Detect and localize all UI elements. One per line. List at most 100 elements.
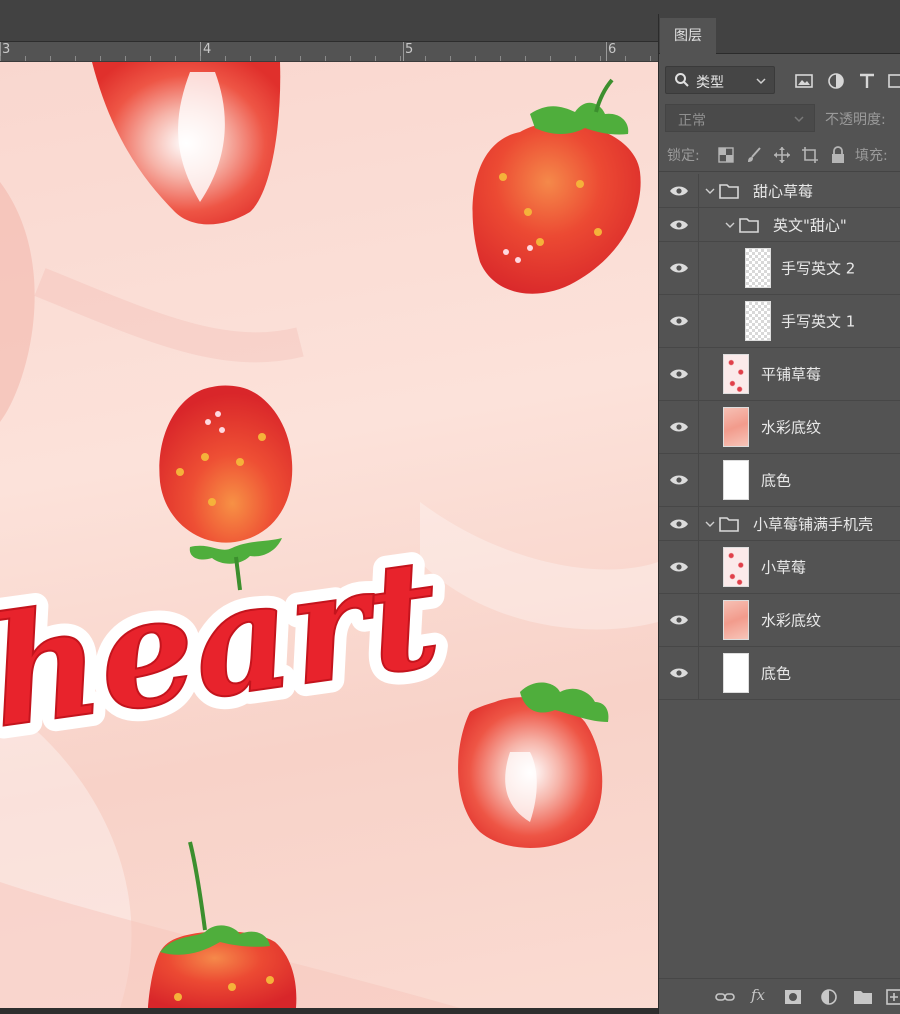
visibility-toggle[interactable]: [659, 208, 699, 241]
ruler-minor-tick: [100, 56, 101, 61]
ruler-minor-tick: [350, 56, 351, 61]
ruler-minor-tick: [325, 56, 326, 61]
layer-group-row[interactable]: 英文"甜心": [659, 208, 900, 242]
horizontal-ruler[interactable]: 3 4 5 6: [0, 42, 658, 62]
ruler-label-4: 4: [203, 42, 212, 57]
panel-tab-bar: 图层: [659, 14, 900, 54]
visibility-toggle[interactable]: [659, 454, 699, 506]
visibility-toggle[interactable]: [659, 401, 699, 453]
ruler-minor-tick: [425, 56, 426, 61]
blend-mode-select[interactable]: 正常: [665, 104, 815, 132]
visibility-toggle[interactable]: [659, 594, 699, 646]
ruler-minor-tick: [650, 56, 651, 61]
tab-layers[interactable]: 图层: [660, 18, 716, 54]
layer-filter-row: 类型: [659, 62, 900, 98]
ruler-minor-tick: [625, 56, 626, 61]
heart-text: heart: [0, 525, 449, 762]
new-layer-icon[interactable]: [885, 988, 900, 1006]
layer-row[interactable]: 水彩底纹: [659, 594, 900, 647]
layer-name: 小草莓: [761, 558, 807, 577]
folder-icon: [739, 217, 759, 233]
layer-thumbnail[interactable]: [723, 547, 749, 587]
heart-lettering: heart heart: [0, 512, 462, 775]
visibility-toggle[interactable]: [659, 647, 699, 699]
layer-row[interactable]: 底色: [659, 454, 900, 507]
fx-icon[interactable]: fx: [751, 986, 765, 1004]
ruler-minor-tick: [525, 56, 526, 61]
layer-name: 底色: [761, 664, 792, 683]
chevron-down-icon: [794, 116, 804, 123]
shape-filter-icon[interactable]: [887, 72, 900, 90]
strawberry-half-right: [458, 682, 609, 849]
layer-name: 水彩底纹: [761, 611, 822, 630]
chevron-down-icon[interactable]: [705, 186, 715, 196]
visibility-toggle[interactable]: [659, 242, 699, 294]
ruler-minor-tick: [375, 56, 376, 61]
ruler-minor-tick: [75, 56, 76, 61]
layer-name: 水彩底纹: [761, 418, 822, 437]
visibility-toggle[interactable]: [659, 174, 699, 207]
layer-thumbnail[interactable]: [723, 407, 749, 447]
ruler-minor-tick: [550, 56, 551, 61]
lock-row: 锁定: 填充:: [659, 136, 900, 172]
filter-type-value: 类型: [696, 75, 724, 91]
eye-icon: [670, 475, 688, 485]
ruler-minor-tick: [475, 56, 476, 61]
visibility-toggle[interactable]: [659, 348, 699, 400]
document-canvas[interactable]: heart heart: [0, 62, 658, 1008]
layer-thumbnail[interactable]: [723, 653, 749, 693]
layer-row[interactable]: 底色: [659, 647, 900, 700]
layer-thumbnail[interactable]: [723, 354, 749, 394]
layer-thumbnail[interactable]: [745, 301, 771, 341]
eye-icon: [670, 422, 688, 432]
lock-paint-icon[interactable]: [745, 146, 763, 164]
ruler-minor-tick: [125, 56, 126, 61]
layer-row[interactable]: 小草莓: [659, 541, 900, 594]
visibility-toggle[interactable]: [659, 507, 699, 540]
blend-mode-value: 正常: [678, 113, 706, 129]
image-filter-icon[interactable]: [795, 72, 813, 90]
layer-list: 甜心草莓 英文"甜心" 手写英文 2 手写英文 1 平铺草莓 水彩底纹 底色 小…: [659, 174, 900, 700]
layer-row[interactable]: 水彩底纹: [659, 401, 900, 454]
mask-icon[interactable]: [783, 988, 803, 1006]
ruler-tick: [403, 42, 404, 61]
layers-panel-footer: fx: [659, 978, 900, 1014]
layer-row[interactable]: 手写英文 1: [659, 295, 900, 348]
layer-thumbnail[interactable]: [723, 600, 749, 640]
adjustment-icon[interactable]: [819, 988, 839, 1006]
link-icon[interactable]: [715, 988, 735, 1006]
chevron-down-icon[interactable]: [705, 519, 715, 529]
lock-artboard-icon[interactable]: [801, 146, 819, 164]
ruler-minor-tick: [200, 56, 201, 61]
chevron-down-icon[interactable]: [725, 220, 735, 230]
eye-icon: [670, 220, 688, 229]
filter-type-select[interactable]: 类型: [665, 66, 775, 94]
layer-row[interactable]: 手写英文 2: [659, 242, 900, 295]
layer-name: 底色: [761, 471, 792, 490]
layer-thumbnail[interactable]: [745, 248, 771, 288]
canvas-artwork: heart heart: [0, 62, 658, 1008]
ruler-minor-tick: [300, 56, 301, 61]
ruler-minor-tick: [225, 56, 226, 61]
layer-group-row[interactable]: 小草莓铺满手机壳: [659, 507, 900, 541]
lock-pixels-icon[interactable]: [717, 146, 735, 164]
lock-move-icon[interactable]: [773, 146, 791, 164]
eye-icon: [670, 369, 688, 379]
ruler-label-6: 6: [608, 42, 617, 57]
ruler-minor-tick: [25, 56, 26, 61]
lock-all-icon[interactable]: [829, 146, 847, 164]
visibility-toggle[interactable]: [659, 541, 699, 593]
adjustment-filter-icon[interactable]: [827, 72, 845, 90]
type-filter-icon[interactable]: [858, 72, 876, 90]
folder-icon[interactable]: [853, 988, 873, 1006]
visibility-toggle[interactable]: [659, 295, 699, 347]
layer-row[interactable]: 平铺草莓: [659, 348, 900, 401]
ruler-minor-tick: [275, 56, 276, 61]
fill-label: 填充:: [855, 148, 888, 164]
strawberry-top-right: [472, 78, 641, 294]
eye-icon: [670, 562, 688, 572]
ruler-minor-tick: [175, 56, 176, 61]
layer-thumbnail[interactable]: [723, 460, 749, 500]
layer-group-row[interactable]: 甜心草莓: [659, 174, 900, 208]
layer-name: 手写英文 1: [781, 312, 856, 331]
